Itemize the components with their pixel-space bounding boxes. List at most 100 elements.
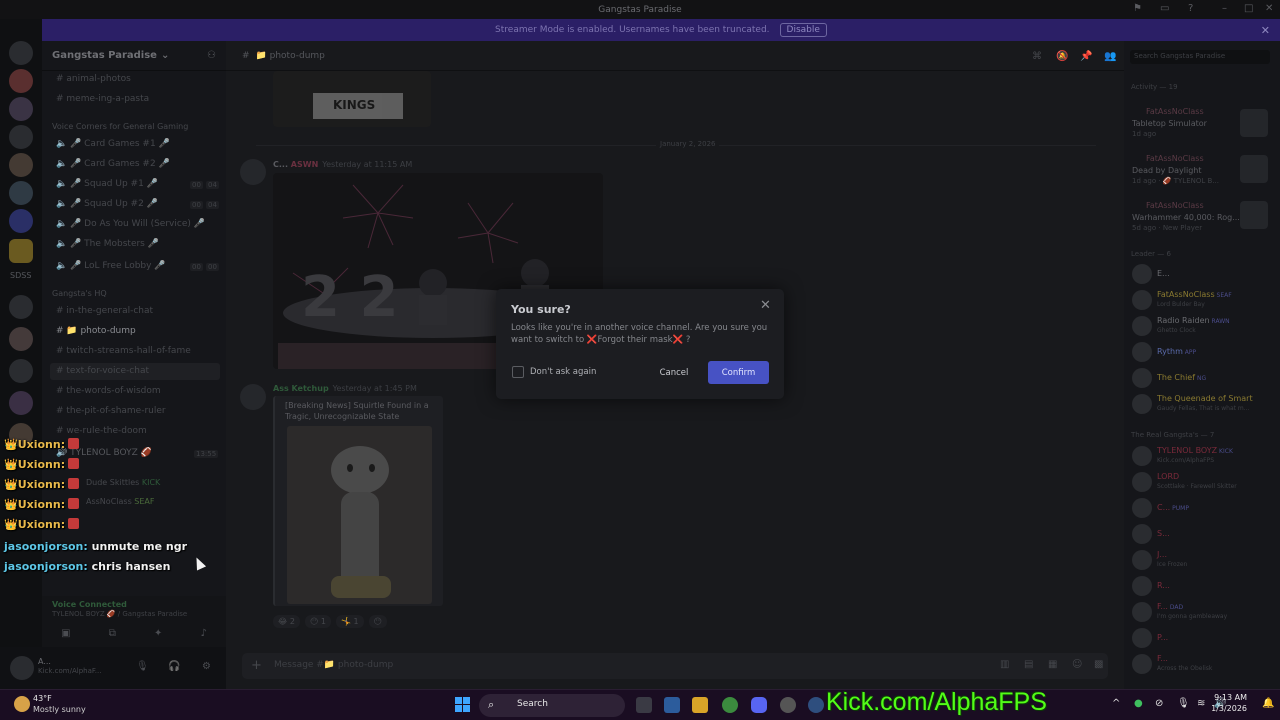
- reaction[interactable]: 😶 1: [304, 615, 331, 628]
- game-thumbnail[interactable]: [1240, 109, 1268, 137]
- channel-item-photo-dump[interactable]: # 📁 photo-dump: [56, 326, 136, 336]
- member-name[interactable]: J...: [1157, 550, 1167, 559]
- avatar[interactable]: [1132, 472, 1152, 492]
- member-name[interactable]: E...: [1157, 269, 1170, 278]
- screenshare-icon[interactable]: ⧉: [109, 628, 116, 639]
- voice-channel[interactable]: 🔈 🎤 The Mobsters 🎤: [56, 239, 159, 249]
- member-name[interactable]: Rythm APP: [1157, 347, 1196, 356]
- server-icon[interactable]: [9, 153, 33, 177]
- reaction[interactable]: 😶: [368, 615, 387, 628]
- obs-icon[interactable]: [808, 697, 824, 713]
- avatar[interactable]: [1132, 654, 1152, 674]
- member-name[interactable]: Radio Raiden RAWN: [1157, 316, 1230, 325]
- channel-item[interactable]: # text-for-voice-chat: [56, 366, 149, 376]
- microphone-icon[interactable]: 🎙: [136, 661, 149, 672]
- member-name[interactable]: C... PUMP: [1157, 503, 1189, 512]
- voice-channel[interactable]: 🔈 🎤 Do As You Will (Service) 🎤: [56, 219, 205, 229]
- apps-icon[interactable]: ▩: [1094, 659, 1103, 670]
- username[interactable]: A...: [38, 657, 51, 666]
- link-embed[interactable]: [Breaking News] Squirtle Found in a Trag…: [273, 396, 443, 606]
- embed-title[interactable]: [Breaking News] Squirtle Found in a Trag…: [285, 400, 435, 422]
- search-input[interactable]: Search Gangstas Paradise: [1130, 50, 1270, 64]
- file-explorer-icon[interactable]: [692, 697, 708, 713]
- server-icon[interactable]: [9, 327, 33, 351]
- voice-channel[interactable]: 🔈 🎤 Squad Up #1 🎤: [56, 179, 158, 189]
- network-off-icon[interactable]: ⊘: [1155, 698, 1163, 709]
- notifications-icon[interactable]: 🔕: [1056, 51, 1068, 62]
- server-icon[interactable]: SDSS: [10, 271, 34, 295]
- server-icon[interactable]: [9, 181, 33, 205]
- voice-channel[interactable]: 🔈 🎤 Card Games #2 🎤: [56, 159, 170, 169]
- close-icon[interactable]: ✕: [1261, 24, 1270, 37]
- add-member-icon[interactable]: ⚇: [207, 50, 216, 61]
- channel-item[interactable]: # twitch-streams-hall-of-fame: [56, 346, 191, 356]
- voice-user[interactable]: Dude Skittles KICK: [86, 478, 160, 487]
- avatar[interactable]: [1132, 628, 1152, 648]
- member-name[interactable]: FatAssNoClass SEAF: [1157, 290, 1232, 299]
- avatar[interactable]: [1132, 368, 1152, 388]
- task-view-icon[interactable]: [636, 697, 652, 713]
- server-icon[interactable]: [9, 359, 33, 383]
- members-icon[interactable]: 👥: [1104, 51, 1116, 62]
- chrome-icon[interactable]: [722, 697, 738, 713]
- plus-icon[interactable]: +: [251, 658, 262, 673]
- disable-streamer-button[interactable]: Disable: [779, 23, 827, 37]
- avatar[interactable]: [1132, 316, 1152, 336]
- soundboard-icon[interactable]: ♪: [201, 628, 207, 639]
- member-name[interactable]: S...: [1157, 529, 1170, 538]
- category-voice[interactable]: Voice Corners for General Gaming: [52, 122, 188, 131]
- voice-connected-channel[interactable]: TYLENOL BOYZ 🏈 / Gangstas Paradise: [52, 610, 187, 618]
- server-icon[interactable]: [9, 69, 33, 93]
- avatar[interactable]: [10, 656, 34, 680]
- avatar[interactable]: [1132, 446, 1152, 466]
- voice-channel[interactable]: 🔈 🎤 Card Games #1 🎤: [56, 139, 170, 149]
- voice-channel[interactable]: 🔈 🎤 Squad Up #2 🎤: [56, 199, 158, 209]
- activities-icon[interactable]: ✦: [154, 628, 162, 639]
- cancel-button[interactable]: Cancel: [654, 361, 694, 384]
- reaction[interactable]: 🤸 1: [335, 615, 364, 628]
- category-hq[interactable]: Gangsta's HQ: [52, 289, 107, 298]
- clock[interactable]: 9:13 AM 1/3/2026: [1203, 693, 1247, 713]
- squirtle-image[interactable]: [287, 426, 432, 604]
- avatar[interactable]: [1132, 290, 1152, 310]
- channel-item[interactable]: # the-pit-of-shame-ruler: [56, 406, 166, 416]
- channel-item[interactable]: # animal-photos: [56, 74, 131, 84]
- activity-user[interactable]: FatAssNoClass: [1146, 201, 1204, 210]
- gift-icon[interactable]: ▥: [1000, 659, 1009, 670]
- voice-connected-status[interactable]: Voice Connected: [52, 600, 127, 609]
- taskbar-search[interactable]: ⌕ Search: [479, 694, 625, 717]
- status-dot-icon[interactable]: ●: [1134, 698, 1143, 709]
- server-icon[interactable]: [9, 295, 33, 319]
- voice-user[interactable]: AssNoClass SEAF: [86, 497, 155, 506]
- gear-icon[interactable]: ⚙: [202, 661, 211, 672]
- avatar[interactable]: [1132, 264, 1152, 284]
- avatar[interactable]: [1132, 524, 1152, 544]
- server-header[interactable]: Gangstas Paradise ⌄ ⚇: [42, 41, 226, 71]
- monitor-icon[interactable]: ▭: [1160, 3, 1169, 14]
- message-author[interactable]: C... ASWN Yesterday at 11:15 AM: [273, 160, 412, 169]
- game-thumbnail[interactable]: [1240, 201, 1268, 229]
- message-author[interactable]: Ass Ketchup Yesterday at 1:45 PM: [273, 384, 417, 393]
- avatar[interactable]: [1132, 602, 1152, 622]
- message-input[interactable]: + Message #📁 photo-dump ▥ ▤ ▦ ☺ ▩: [242, 653, 1108, 679]
- microphone-icon[interactable]: 🎙: [1177, 698, 1190, 709]
- emoji-icon[interactable]: ☺: [1072, 659, 1082, 670]
- minimize-icon[interactable]: –: [1222, 3, 1227, 14]
- channel-item[interactable]: # in-the-general-chat: [56, 306, 153, 316]
- activity-user[interactable]: FatAssNoClass: [1146, 154, 1204, 163]
- member-name[interactable]: F... DAD: [1157, 602, 1183, 611]
- confirm-button[interactable]: Confirm: [708, 361, 769, 384]
- server-icon[interactable]: [9, 97, 33, 121]
- headphones-icon[interactable]: 🎧: [168, 661, 180, 672]
- game-thumbnail[interactable]: [1240, 155, 1268, 183]
- avatar[interactable]: [1132, 394, 1152, 414]
- threads-icon[interactable]: ⌘: [1032, 51, 1042, 62]
- avatar[interactable]: [1132, 576, 1152, 596]
- server-icon[interactable]: [9, 239, 33, 263]
- member-name[interactable]: R...: [1157, 581, 1170, 590]
- maximize-icon[interactable]: □: [1244, 3, 1253, 14]
- avatar[interactable]: [240, 159, 266, 185]
- member-name[interactable]: LORD: [1157, 472, 1179, 481]
- server-icon[interactable]: [9, 209, 33, 233]
- channel-item[interactable]: # the-words-of-wisdom: [56, 386, 161, 396]
